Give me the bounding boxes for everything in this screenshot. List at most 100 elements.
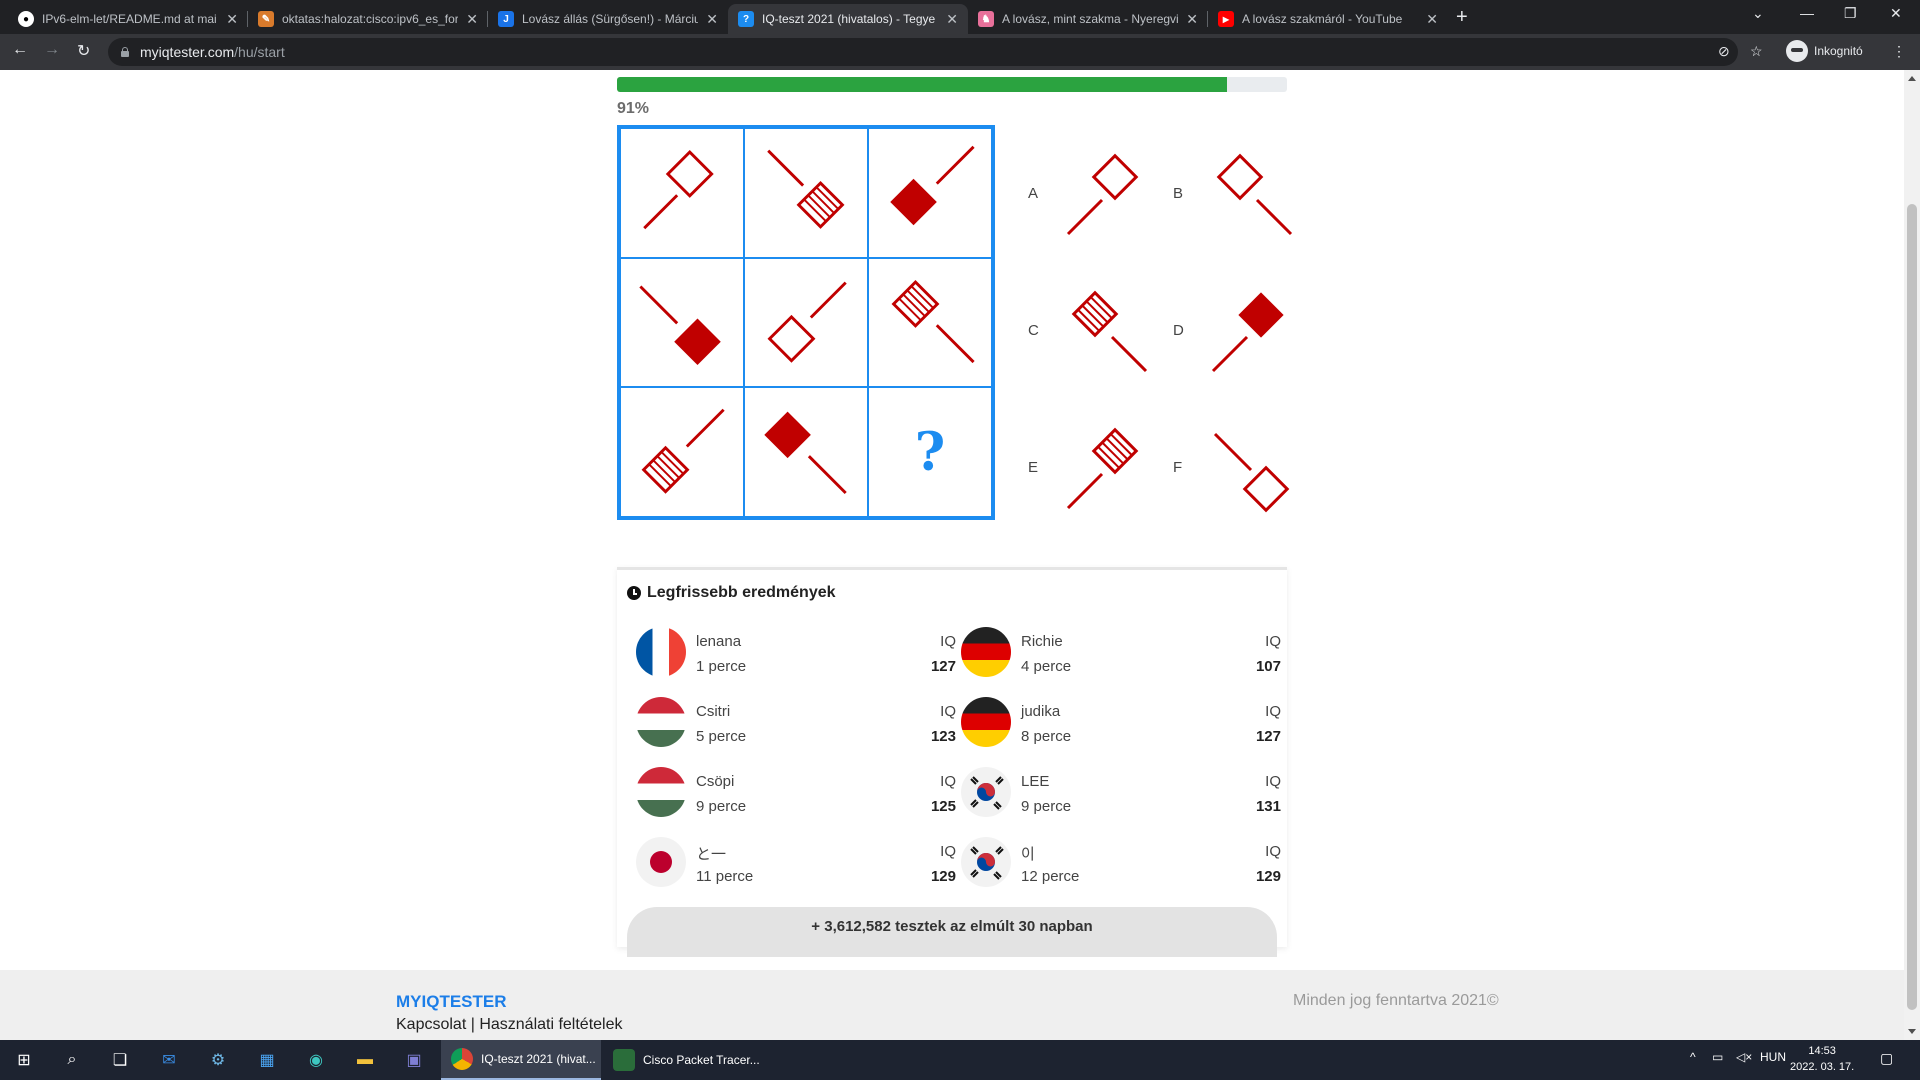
- result-entry: lenana 1 perce IQ 127: [636, 627, 956, 687]
- japan-flag-icon: [636, 837, 686, 887]
- store-icon[interactable]: ▦: [255, 1048, 279, 1072]
- bookmark-star-icon[interactable]: ☆: [1750, 43, 1763, 60]
- footer-brand-link[interactable]: MYIQTESTER: [396, 992, 507, 1012]
- close-tab-icon[interactable]: ✕: [946, 11, 958, 28]
- scrollbar-thumb[interactable]: [1907, 204, 1917, 1010]
- incognito-icon: [1786, 40, 1808, 62]
- clock-icon: [627, 586, 641, 600]
- volume-muted-icon[interactable]: ◁×: [1736, 1050, 1752, 1064]
- result-entry: Csitri 5 perce IQ 123: [636, 697, 956, 757]
- url-path: /hu/start: [234, 44, 285, 60]
- scroll-up-icon[interactable]: [1908, 76, 1916, 81]
- answer-option-d[interactable]: D: [1165, 267, 1305, 402]
- reload-icon[interactable]: ↻: [77, 41, 90, 61]
- page-content: 91% ? A B C D E F Legfrissebb eredmények…: [0, 70, 1904, 1040]
- results-header: Legfrissebb eredmények: [627, 584, 836, 602]
- task-view-icon[interactable]: ❏: [108, 1048, 132, 1072]
- notification-icon[interactable]: ▢: [1880, 1050, 1893, 1067]
- file-explorer-icon[interactable]: ▬: [353, 1048, 377, 1072]
- iq-value: 125: [930, 798, 956, 815]
- menu-kebab-icon[interactable]: ⋮: [1892, 43, 1906, 60]
- browser-tab[interactable]: ● IPv6-elm-let/README.md at mai ✕: [8, 4, 248, 34]
- matrix-cell: [744, 128, 868, 258]
- forward-arrow-icon[interactable]: →: [44, 41, 60, 59]
- incognito-profile-button[interactable]: Inkognitó: [1786, 40, 1863, 62]
- matrix-cell: [620, 128, 744, 258]
- edge-icon[interactable]: ◉: [304, 1048, 328, 1072]
- browser-tab[interactable]: J Lovász állás (Sürgősen!) - Márciu ✕: [488, 4, 728, 34]
- answer-option-b[interactable]: B: [1165, 130, 1305, 265]
- taegeuk-icon: [970, 846, 1004, 880]
- result-entry: Csöpi 9 perce IQ 125: [636, 767, 956, 827]
- result-name: Csöpi: [696, 773, 735, 790]
- racket-figure-filled: [764, 411, 847, 495]
- footer-links[interactable]: Kapcsolat | Használati feltételek: [396, 1016, 623, 1034]
- france-flag-icon: [636, 627, 686, 677]
- language-indicator[interactable]: HUN: [1760, 1050, 1786, 1064]
- close-tab-icon[interactable]: ✕: [1186, 11, 1198, 28]
- restore-button[interactable]: ❐: [1844, 5, 1857, 22]
- result-entry: 이 12 perce IQ 129: [961, 837, 1281, 897]
- result-name: 이: [1021, 846, 1035, 863]
- option-letter: B: [1173, 185, 1184, 202]
- close-window-button[interactable]: ✕: [1890, 5, 1902, 22]
- browser-tab-active[interactable]: ? IQ-teszt 2021 (hivatalos) - Tegye ✕: [728, 4, 968, 34]
- network-icon[interactable]: ▭: [1712, 1050, 1723, 1064]
- close-tab-icon[interactable]: ✕: [466, 11, 478, 28]
- save-disk-icon[interactable]: ▣: [402, 1048, 426, 1072]
- answer-option-a[interactable]: A: [1020, 130, 1160, 265]
- taskbar-clock[interactable]: 14:53 2022. 03. 17.: [1790, 1043, 1854, 1075]
- answer-option-f[interactable]: F: [1165, 404, 1305, 539]
- option-letter: A: [1028, 185, 1039, 202]
- search-icon[interactable]: ⌕: [60, 1048, 84, 1072]
- result-entry: と一 11 perce IQ 129: [636, 837, 956, 897]
- south-korea-flag-icon: [961, 837, 1011, 887]
- tab-title: Lovász állás (Sürgősen!) - Márciu: [522, 12, 699, 26]
- new-tab-button[interactable]: +: [1456, 6, 1468, 29]
- taskbar-app-chrome[interactable]: IQ-teszt 2021 (hivat...: [441, 1040, 601, 1080]
- lock-icon[interactable]: [120, 47, 130, 57]
- mail-icon[interactable]: ✉: [157, 1048, 181, 1072]
- answer-option-c[interactable]: C: [1020, 267, 1160, 402]
- tray-chevron-icon[interactable]: ^: [1690, 1050, 1696, 1064]
- windows-start-icon[interactable]: ⊞: [12, 1048, 36, 1072]
- close-tab-icon[interactable]: ✕: [1426, 11, 1438, 28]
- minimize-button[interactable]: —: [1800, 5, 1814, 21]
- taskbar-app-title: Cisco Packet Tracer...: [643, 1053, 760, 1067]
- browser-tab[interactable]: ▶ A lovász szakmáról - YouTube ✕: [1208, 4, 1448, 34]
- racket-figure-filled: [1211, 292, 1284, 373]
- racket-figure-outline: [767, 281, 847, 363]
- scroll-down-icon[interactable]: [1908, 1029, 1916, 1034]
- back-arrow-icon[interactable]: ←: [12, 41, 28, 59]
- browser-tab[interactable]: ♞ A lovász, mint szakma - Nyeregvi ✕: [968, 4, 1208, 34]
- racket-figure-striped: [1066, 427, 1139, 510]
- racket-figure-striped: [641, 409, 725, 495]
- taskbar-app-packet-tracer[interactable]: Cisco Packet Tracer...: [603, 1040, 763, 1080]
- germany-flag-icon: [961, 627, 1011, 677]
- browser-tab[interactable]: ✎ oktatas:halozat:cisco:ipv6_es_forg ✕: [248, 4, 488, 34]
- tracking-protection-icon[interactable]: ⊘: [1718, 43, 1730, 60]
- tab-title: IQ-teszt 2021 (hivatalos) - Tegye: [762, 12, 936, 26]
- puzzle-matrix: ?: [617, 125, 995, 520]
- close-tab-icon[interactable]: ✕: [706, 11, 718, 28]
- page-scrollbar[interactable]: [1904, 70, 1920, 1040]
- racket-figure-striped: [767, 149, 845, 229]
- tab-title: oktatas:halozat:cisco:ipv6_es_forg: [282, 12, 459, 26]
- total-tests-button[interactable]: + 3,612,582 tesztek az elmúlt 30 napban: [627, 907, 1277, 957]
- windows-taskbar: ⊞ ⌕ ❏ ✉ ⚙ ▦ ◉ ▬ ▣ IQ-teszt 2021 (hivat..…: [0, 1040, 1920, 1080]
- close-tab-icon[interactable]: ✕: [226, 11, 238, 28]
- clock-date: 2022. 03. 17.: [1790, 1061, 1855, 1073]
- result-name: Csitri: [696, 703, 731, 720]
- iq-label: IQ: [940, 703, 956, 720]
- profile-label: Inkognitó: [1814, 44, 1863, 58]
- page-footer: MYIQTESTER Kapcsolat | Használati feltét…: [0, 970, 1904, 1040]
- iq-label: IQ: [940, 633, 956, 650]
- result-time: 5 perce: [696, 728, 747, 745]
- option-letter: D: [1173, 322, 1184, 339]
- tab-search-icon[interactable]: ⌄: [1752, 5, 1764, 22]
- tools-icon[interactable]: ⚙: [206, 1048, 230, 1072]
- option-letter: C: [1028, 322, 1039, 339]
- option-letter: F: [1173, 459, 1183, 476]
- address-bar[interactable]: myiqtester.com /hu/start: [108, 38, 1738, 66]
- answer-option-e[interactable]: E: [1020, 404, 1160, 539]
